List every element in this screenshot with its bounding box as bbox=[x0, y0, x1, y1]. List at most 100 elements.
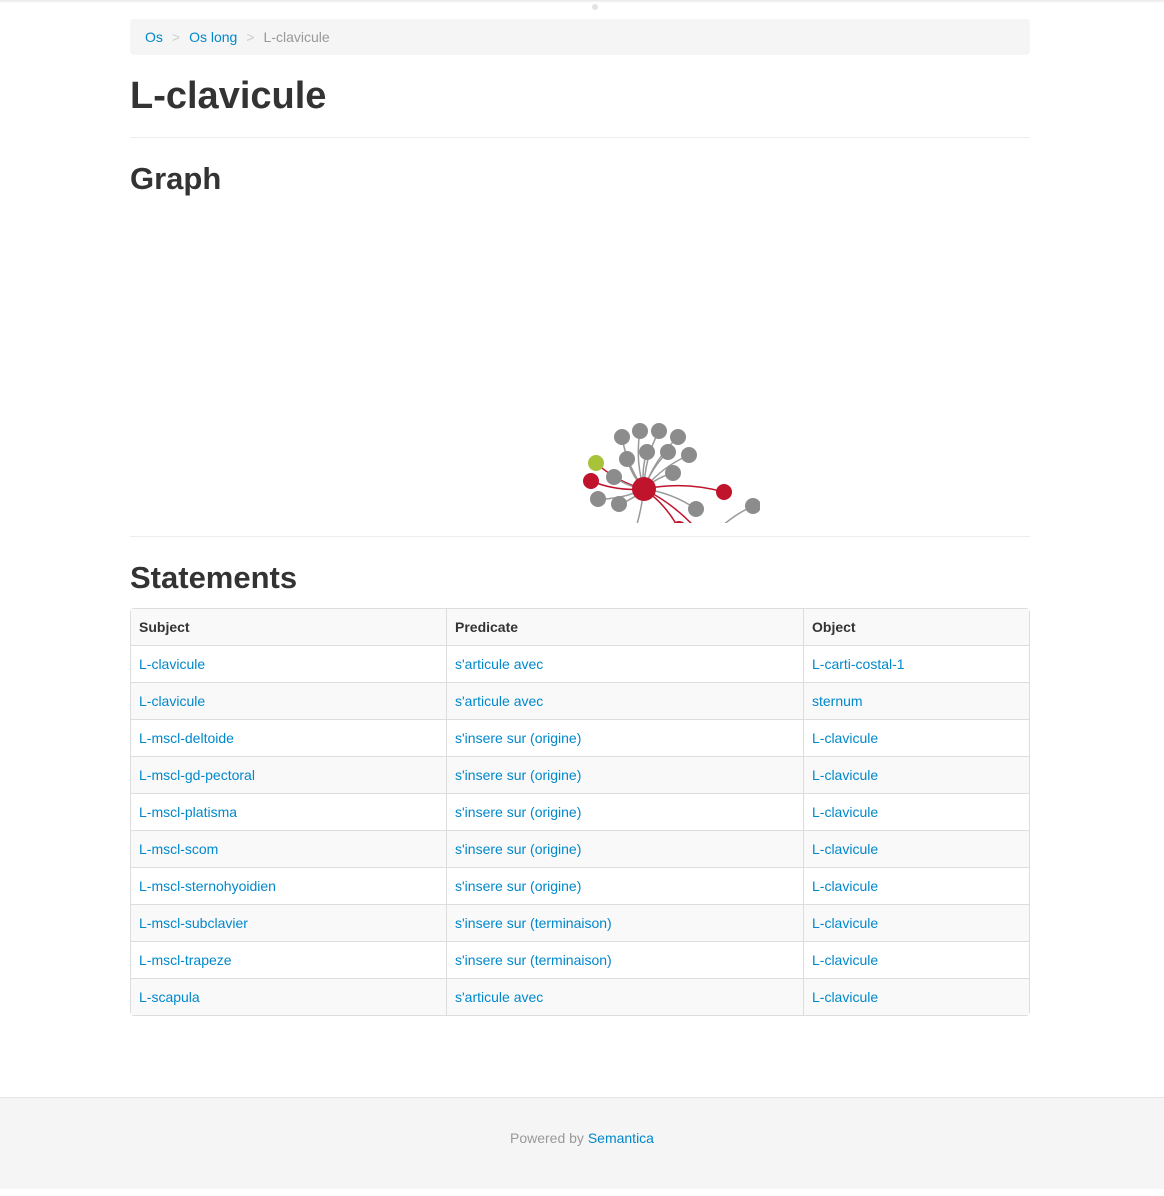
statements-heading: Statements bbox=[130, 560, 298, 595]
table-cell-subject: L-clavicule bbox=[131, 682, 446, 719]
predicate-link[interactable]: s'insere sur (origine) bbox=[455, 878, 581, 894]
graph-node[interactable] bbox=[651, 423, 667, 439]
table-cell-subject: L-mscl-deltoide bbox=[131, 719, 446, 756]
object-link[interactable]: L-clavicule bbox=[812, 989, 878, 1005]
table-cell-predicate: s'articule avec bbox=[446, 978, 803, 1015]
graph-panel bbox=[130, 207, 1030, 523]
relationship-graph[interactable] bbox=[400, 207, 760, 523]
subject-link[interactable]: L-clavicule bbox=[139, 693, 205, 709]
graph-node[interactable] bbox=[606, 469, 622, 485]
graph-node[interactable] bbox=[619, 451, 635, 467]
main-container: Os > Os long > L-clavicule L-clavicule G… bbox=[130, 19, 1030, 1016]
footer: Powered by Semantica bbox=[0, 1097, 1164, 1189]
predicate-link[interactable]: s'insere sur (origine) bbox=[455, 730, 581, 746]
graph-node[interactable] bbox=[588, 455, 604, 471]
loading-indicator bbox=[592, 4, 598, 10]
breadcrumb: Os > Os long > L-clavicule bbox=[130, 19, 1030, 55]
table-cell-object: L-clavicule bbox=[803, 719, 1029, 756]
table-row: L-clavicule s'articule avec L-carti-costal… bbox=[131, 645, 1029, 682]
breadcrumb-link-os[interactable]: Os bbox=[145, 29, 163, 45]
table-row: L-mscl-deltoide s'insere sur (origine) L-c… bbox=[131, 719, 1029, 756]
graph-node[interactable] bbox=[590, 491, 606, 507]
footer-semantica-link[interactable]: Semantica bbox=[588, 1130, 654, 1146]
divider bbox=[130, 536, 1030, 537]
graph-node[interactable] bbox=[611, 496, 627, 512]
graph-heading: Graph bbox=[130, 161, 222, 196]
breadcrumb-link-os-long[interactable]: Os long bbox=[189, 29, 237, 45]
predicate-link[interactable]: s'articule avec bbox=[455, 989, 543, 1005]
subject-link[interactable]: L-mscl-subclavier bbox=[139, 915, 248, 931]
predicate-link[interactable]: s'insere sur (origine) bbox=[455, 767, 581, 783]
table-row: L-mscl-trapeze s'insere sur (terminaison)… bbox=[131, 941, 1029, 978]
table-cell-predicate: s'insere sur (origine) bbox=[446, 756, 803, 793]
subject-link[interactable]: L-mscl-scom bbox=[139, 841, 218, 857]
graph-node[interactable] bbox=[681, 447, 697, 463]
table-cell-predicate: s'insere sur (terminaison) bbox=[446, 904, 803, 941]
predicate-link[interactable]: s'insere sur (terminaison) bbox=[455, 915, 612, 931]
graph-node[interactable] bbox=[583, 473, 599, 489]
table-cell-subject: L-scapula bbox=[131, 978, 446, 1015]
table-cell-predicate: s'insere sur (origine) bbox=[446, 793, 803, 830]
table-row: L-mscl-gd-pectoral s'insere sur (origine)… bbox=[131, 756, 1029, 793]
table-cell-subject: L-mscl-trapeze bbox=[131, 941, 446, 978]
subject-link[interactable]: L-mscl-sternohyoidien bbox=[139, 878, 276, 894]
object-link[interactable]: L-clavicule bbox=[812, 767, 878, 783]
subject-link[interactable]: L-mscl-deltoide bbox=[139, 730, 234, 746]
graph-node[interactable] bbox=[671, 521, 687, 523]
graph-node[interactable] bbox=[688, 501, 704, 517]
object-link[interactable]: L-clavicule bbox=[812, 878, 878, 894]
object-link[interactable]: L-carti-costal-1 bbox=[812, 656, 905, 672]
graph-node[interactable] bbox=[632, 423, 648, 439]
table-cell-object: sternum bbox=[803, 682, 1029, 719]
object-link[interactable]: L-clavicule bbox=[812, 804, 878, 820]
table-row: L-mscl-sternohyoidien s'insere sur (origi… bbox=[131, 867, 1029, 904]
graph-node[interactable] bbox=[745, 498, 760, 514]
object-link[interactable]: L-clavicule bbox=[812, 730, 878, 746]
predicate-link[interactable]: s'insere sur (terminaison) bbox=[455, 952, 612, 968]
object-link[interactable]: L-clavicule bbox=[812, 915, 878, 931]
table-cell-object: L-clavicule bbox=[803, 867, 1029, 904]
table-cell-object: L-clavicule bbox=[803, 793, 1029, 830]
predicate-link[interactable]: s'insere sur (origine) bbox=[455, 804, 581, 820]
page-title: L-clavicule bbox=[130, 75, 327, 117]
object-link[interactable]: L-clavicule bbox=[812, 841, 878, 857]
statements-table: Subject Predicate Object L-clavicule s'ar… bbox=[130, 608, 1030, 1016]
graph-node[interactable] bbox=[716, 484, 732, 500]
table-cell-object: L-clavicule bbox=[803, 756, 1029, 793]
table-cell-predicate: s'insere sur (origine) bbox=[446, 830, 803, 867]
graph-node[interactable] bbox=[639, 444, 655, 460]
table-cell-subject: L-mscl-sternohyoidien bbox=[131, 867, 446, 904]
table-cell-object: L-clavicule bbox=[803, 978, 1029, 1015]
table-cell-subject: L-mscl-scom bbox=[131, 830, 446, 867]
table-row: L-mscl-subclavier s'insere sur (terminais… bbox=[131, 904, 1029, 941]
footer-prefix: Powered by bbox=[510, 1130, 584, 1146]
subject-link[interactable]: L-mscl-trapeze bbox=[139, 952, 232, 968]
subject-link[interactable]: L-mscl-platisma bbox=[139, 804, 237, 820]
graph-node[interactable] bbox=[660, 444, 676, 460]
predicate-link[interactable]: s'articule avec bbox=[455, 656, 543, 672]
table-cell-object: L-clavicule bbox=[803, 904, 1029, 941]
breadcrumb-current: L-clavicule bbox=[263, 29, 330, 45]
graph-node[interactable] bbox=[614, 429, 630, 445]
table-cell-object: L-carti-costal-1 bbox=[803, 645, 1029, 682]
column-header-predicate: Predicate bbox=[446, 609, 803, 645]
graph-node[interactable] bbox=[665, 465, 681, 481]
predicate-link[interactable]: s'articule avec bbox=[455, 693, 543, 709]
predicate-link[interactable]: s'insere sur (origine) bbox=[455, 841, 581, 857]
statements-table-body: L-clavicule s'articule avec L-carti-costal… bbox=[131, 645, 1029, 1015]
subject-link[interactable]: L-mscl-gd-pectoral bbox=[139, 767, 255, 783]
subject-link[interactable]: L-clavicule bbox=[139, 656, 205, 672]
subject-link[interactable]: L-scapula bbox=[139, 989, 200, 1005]
divider bbox=[130, 137, 1030, 138]
table-cell-subject: L-clavicule bbox=[131, 645, 446, 682]
table-cell-predicate: s'articule avec bbox=[446, 645, 803, 682]
object-link[interactable]: L-clavicule bbox=[812, 952, 878, 968]
table-cell-subject: L-mscl-gd-pectoral bbox=[131, 756, 446, 793]
table-cell-object: L-clavicule bbox=[803, 830, 1029, 867]
graph-node[interactable] bbox=[670, 429, 686, 445]
table-header-row: Subject Predicate Object bbox=[131, 609, 1029, 645]
graph-node[interactable] bbox=[632, 477, 656, 501]
breadcrumb-separator: > bbox=[171, 29, 181, 45]
object-link[interactable]: sternum bbox=[812, 693, 863, 709]
table-cell-object: L-clavicule bbox=[803, 941, 1029, 978]
